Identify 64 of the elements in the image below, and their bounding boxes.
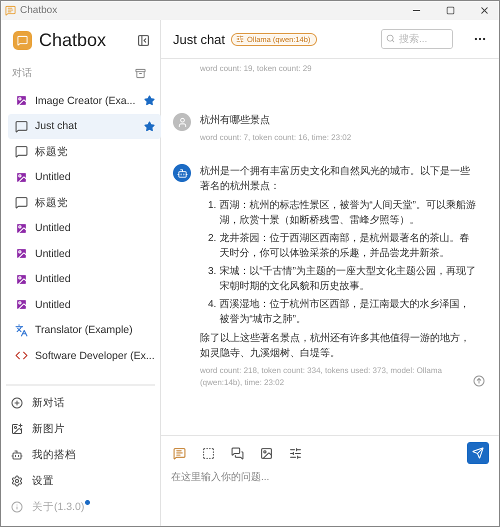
chat-bubble-icon bbox=[15, 145, 28, 158]
list-item-text: 宋城：以“千古情”为主题的一座大型文化主题公园，再现了宋朝时期的文化风貌和历史故事。 bbox=[219, 264, 478, 294]
settings-icon bbox=[11, 475, 23, 487]
list-number: 4. bbox=[208, 298, 216, 312]
send-icon bbox=[472, 447, 484, 459]
conversation-item[interactable]: Untitled bbox=[8, 292, 161, 318]
message-meta: word count: 7, token count: 16, time: 23:02 bbox=[200, 132, 352, 144]
chat-bubble-icon bbox=[15, 120, 28, 133]
sidebar-action[interactable]: 新对话 bbox=[11, 390, 160, 416]
maximize-icon bbox=[446, 6, 454, 15]
list-number: 3. bbox=[208, 265, 216, 279]
message-text: 杭州有哪些景点 bbox=[200, 114, 271, 128]
sidebar-action[interactable]: 我的搭档 bbox=[11, 442, 160, 468]
list-item-text: 西湖：杭州的标志性景区，被誉为“人间天堂”。可以乘船游湖，欣赏十景（如断桥残雪、雷峰夕照等）。 bbox=[219, 198, 478, 228]
developer-avatar-icon bbox=[15, 349, 28, 362]
info-icon bbox=[11, 501, 23, 513]
conversation-item[interactable]: Untitled bbox=[8, 164, 161, 190]
conversation-item[interactable]: Untitled bbox=[8, 266, 161, 292]
image-plus-icon bbox=[11, 423, 23, 435]
chat-bubble-icon bbox=[15, 196, 28, 210]
translator-icon bbox=[15, 324, 28, 337]
conversation-item[interactable]: Untitled bbox=[8, 241, 161, 266]
list-item-text: 龙井茶园：位于西湖区西南部，是杭州最著名的茶山。春天时分，你可以体验采茶的乐趣，并品尝龙井新茶。 bbox=[219, 232, 470, 261]
star-icon[interactable] bbox=[144, 120, 155, 132]
conversation-item[interactable]: Translator (Example) bbox=[8, 318, 161, 343]
send-button[interactable] bbox=[467, 442, 489, 464]
archive-icon[interactable] bbox=[135, 68, 146, 78]
bot-avatar bbox=[173, 164, 191, 182]
window-title: Chatbox bbox=[20, 5, 58, 16]
image-icon bbox=[15, 222, 28, 235]
robot-icon bbox=[11, 449, 23, 461]
scroll-up-button[interactable] bbox=[473, 375, 485, 387]
app-name: Chatbox bbox=[39, 30, 108, 50]
user-avatar bbox=[173, 113, 191, 131]
conversation-item[interactable]: Just chat bbox=[8, 114, 161, 139]
conversation-item[interactable]: 标题党 bbox=[8, 139, 161, 164]
section-label: 对话 bbox=[12, 66, 32, 80]
image-icon bbox=[15, 272, 28, 286]
app-icon bbox=[5, 5, 16, 16]
image-icon bbox=[15, 94, 28, 108]
conversations-button[interactable] bbox=[229, 444, 246, 462]
conversation-item[interactable]: Image Creator (Exa... bbox=[8, 88, 161, 114]
sidebar-action[interactable]: 新图片 bbox=[11, 416, 160, 442]
close-icon bbox=[478, 5, 490, 16]
list-number: 2. bbox=[208, 232, 216, 246]
conversation-item[interactable]: Untitled bbox=[8, 216, 161, 241]
sidebar-action[interactable]: 设置 bbox=[11, 468, 160, 494]
chat-title: Just chat bbox=[173, 32, 226, 46]
message-text: 除了以上这些著名景点，杭州还有许多其他值得一游的地方，如灵隐寺、九溪烟树、白堤等。 bbox=[200, 332, 471, 361]
image-icon bbox=[15, 298, 28, 312]
search-field[interactable]: 搜索... bbox=[381, 29, 453, 49]
image-icon bbox=[15, 247, 28, 260]
conversation-item[interactable]: Software Developer (Ex... bbox=[8, 343, 161, 368]
app-logo bbox=[13, 30, 32, 50]
star-icon[interactable] bbox=[144, 95, 155, 106]
list-item-text: 西溪湿地：位于杭州市区西部，是江南最大的水乡泽国，被誉为“城市之肺”。 bbox=[219, 298, 470, 327]
message-text: 杭州是一个拥有丰富历史文化和自然风光的城市。以下是一些著名的杭州景点： bbox=[200, 164, 471, 194]
image-icon bbox=[15, 170, 28, 184]
message-meta: word count: 218, token count: 334, tokens used: 373, model: Ollama (qwen:14b), time: 23:02 bbox=[200, 365, 443, 389]
search-icon bbox=[386, 34, 395, 43]
message-meta: word count: 19, token count: 29 bbox=[200, 63, 313, 75]
list-number: 1. bbox=[208, 199, 216, 213]
plus-circle-icon bbox=[11, 397, 23, 409]
conversation-item[interactable]: 标题党 bbox=[8, 190, 161, 216]
